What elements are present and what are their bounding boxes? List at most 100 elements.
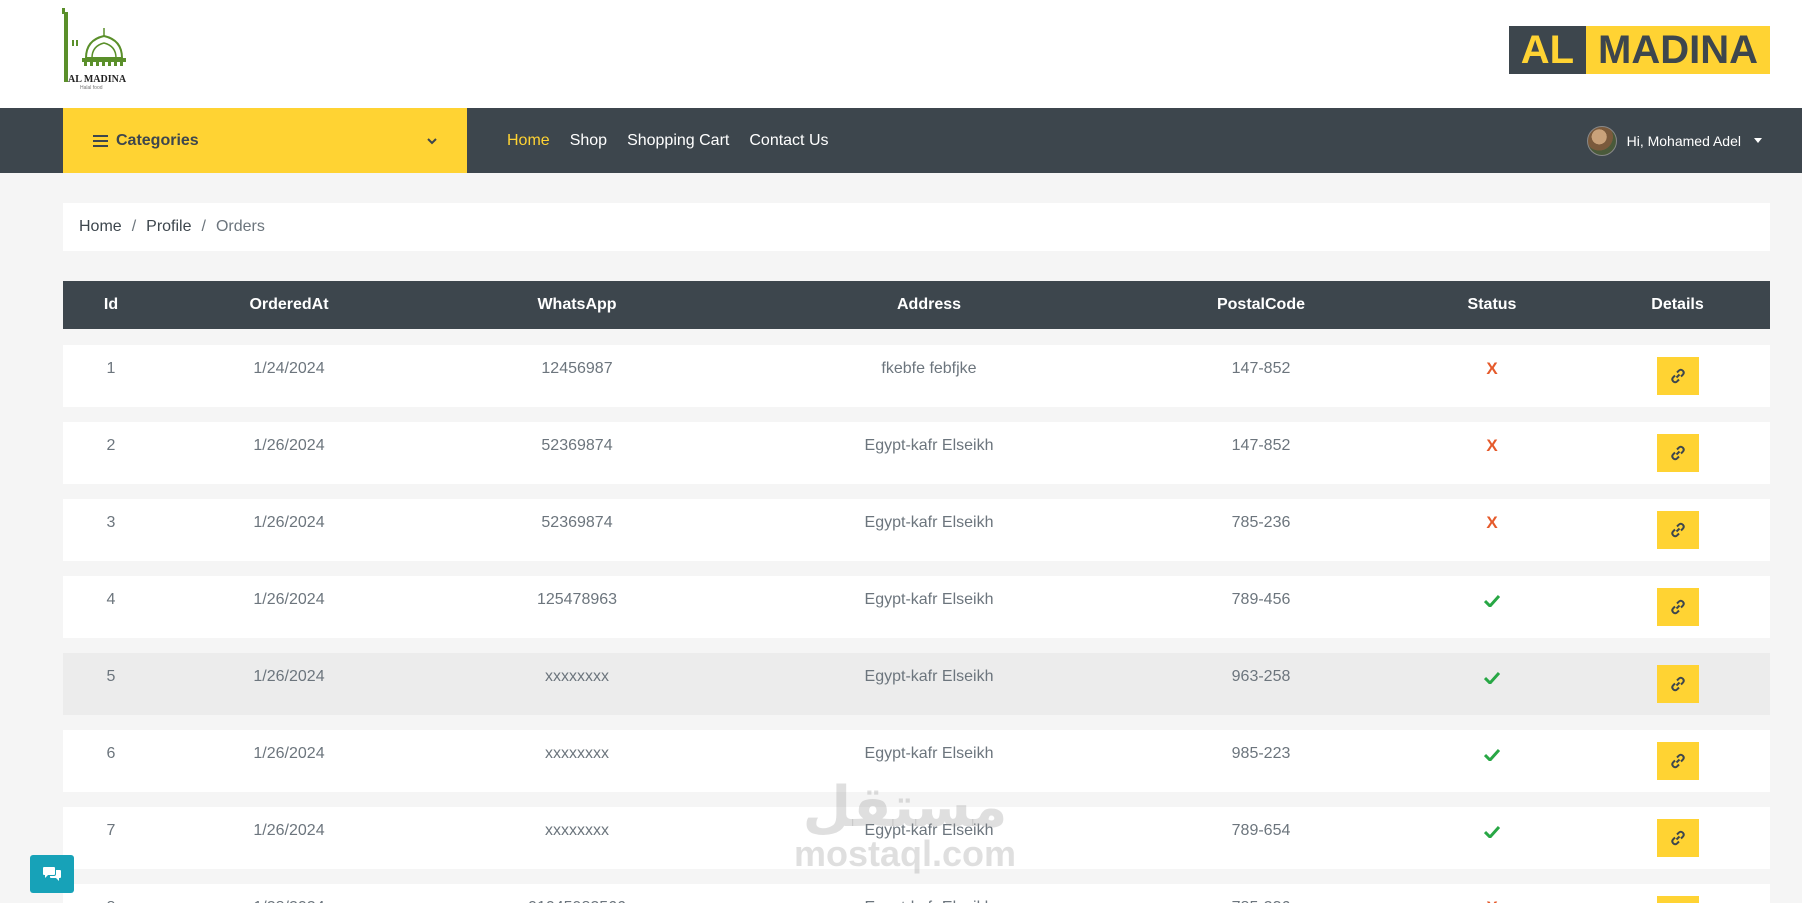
wordmark-al: AL [1508,26,1587,74]
table-row: 5 1/26/2024 xxxxxxxx Egypt-kafr Elseikh 963-… [63,653,1770,715]
order-postal-code: 147-852 [1231,437,1291,454]
details-link-button[interactable] [1656,896,1699,903]
order-details [1585,499,1770,561]
header-status: Status [1467,296,1517,313]
order-id: 5 [106,668,116,685]
breadcrumb-current: Orders [215,218,265,235]
status-x-mark: X [1486,359,1498,378]
link-icon [1670,368,1685,384]
caret-down-icon [1754,138,1762,143]
header-id: Id [103,296,119,313]
order-id: 6 [106,745,116,762]
link-icon [1670,445,1685,461]
table-row: 3 1/26/2024 52369874 Egypt-kafr Elseikh 785-… [63,499,1770,561]
breadcrumb-profile[interactable]: Profile [146,218,191,236]
order-details [1585,576,1770,638]
order-address: Egypt-kafr Elseikh [864,437,994,454]
header-postal-code: PostalCode [1216,296,1305,313]
order-date: 1/26/2024 [253,514,325,531]
order-id: 1 [106,360,116,377]
order-details [1585,653,1770,715]
order-status [1399,807,1585,855]
order-address: Egypt-kafr Elseikh [735,884,1123,903]
details-link-button[interactable] [1656,511,1699,549]
header-details: Details [1651,296,1704,313]
order-id: 2 [106,437,116,454]
details-link-button[interactable] [1656,588,1699,626]
order-id: 4 [106,591,116,608]
order-date: 1/28/2024 [159,884,419,903]
al-madina-wordmark[interactable]: AL MADINA [1508,26,1770,74]
link-icon [1670,522,1685,538]
chat-button[interactable] [30,855,74,893]
order-postal-code: 789-654 [1231,822,1291,839]
order-details [1585,884,1770,903]
link-icon [1670,830,1685,846]
avatar [1586,125,1617,156]
details-link-button[interactable] [1656,742,1699,780]
categories-dropdown[interactable]: Categories [63,108,467,173]
link-icon [1670,599,1685,615]
al-madina-mosque-logo[interactable]: AL MADINA Halal food [62,6,146,92]
header-ordered-at: OrderedAt [249,296,329,313]
order-address: Egypt-kafr Elseikh [864,514,994,531]
wordmark-madina: MADINA [1586,26,1770,74]
main-navbar: Categories Home Shop Shopping Cart Conta… [0,108,1802,173]
order-whatsapp: xxxxxxxx [545,745,609,762]
details-link-button[interactable] [1656,357,1699,395]
order-whatsapp: 12456987 [541,360,613,377]
nav-link-home[interactable]: Home [507,132,550,150]
check-icon [1484,671,1500,684]
details-link-button[interactable] [1656,434,1699,472]
order-details [1585,422,1770,484]
nav-link-shop[interactable]: Shop [570,132,607,150]
order-date: 1/24/2024 [253,360,325,377]
order-status: X [1399,345,1585,393]
check-icon [1484,748,1500,761]
order-date: 1/26/2024 [253,745,325,762]
status-x-mark: X [1486,513,1498,532]
order-address: Egypt-kafr Elseikh [864,822,994,839]
table-row: 6 1/26/2024 xxxxxxxx Egypt-kafr Elseikh 985-… [63,730,1770,792]
order-date: 1/26/2024 [253,668,325,685]
order-postal-code: 963-258 [1231,668,1291,685]
orders-table-header: Id OrderedAt WhatsApp Address PostalCode… [63,281,1770,329]
user-menu[interactable]: Hi, Mohamed Adel [1586,108,1762,173]
table-row: 2 1/26/2024 52369874 Egypt-kafr Elseikh 147-… [63,422,1770,484]
order-status [1399,653,1585,701]
order-postal-code: 789-456 [1231,591,1291,608]
order-status [1399,730,1585,778]
details-link-button[interactable] [1656,665,1699,703]
logo-small-text: AL MADINA [68,74,127,85]
breadcrumb-home[interactable]: Home [79,218,122,236]
order-date: 1/26/2024 [253,591,325,608]
order-details [1585,807,1770,869]
order-whatsapp: 52369874 [541,514,613,531]
check-icon [1484,594,1500,607]
order-date: 1/26/2024 [253,822,325,839]
table-row: 81/28/202401045982566Egypt-kafr Elseikh7… [63,884,1770,903]
order-address: Egypt-kafr Elseikh [864,591,994,608]
breadcrumb-separator: / [201,218,206,235]
status-x-mark: X [1486,436,1498,455]
bars-icon [93,134,108,147]
order-id: 8 [63,884,159,903]
comments-icon [43,867,61,881]
details-link-button[interactable] [1656,819,1699,857]
table-row: 1 1/24/2024 12456987 fkebfe febfjke 147-852 X [63,345,1770,407]
nav-link-shopping-cart[interactable]: Shopping Cart [627,132,729,150]
top-header: AL MADINA Halal food AL MADINA [0,0,1802,108]
order-details [1585,730,1770,792]
nav-link-contact-us[interactable]: Contact Us [749,132,828,150]
order-whatsapp: xxxxxxxx [545,668,609,685]
categories-label: Categories [116,131,199,149]
order-date: 1/26/2024 [253,437,325,454]
check-icon [1484,825,1500,838]
breadcrumb: Home / Profile / Orders [63,203,1770,251]
order-whatsapp: 125478963 [536,591,618,608]
order-status: X [1399,422,1585,470]
order-status [1399,576,1585,624]
user-greeting: Hi, Mohamed Adel [1626,132,1741,149]
header-address: Address [896,296,962,313]
order-whatsapp: xxxxxxxx [545,822,609,839]
